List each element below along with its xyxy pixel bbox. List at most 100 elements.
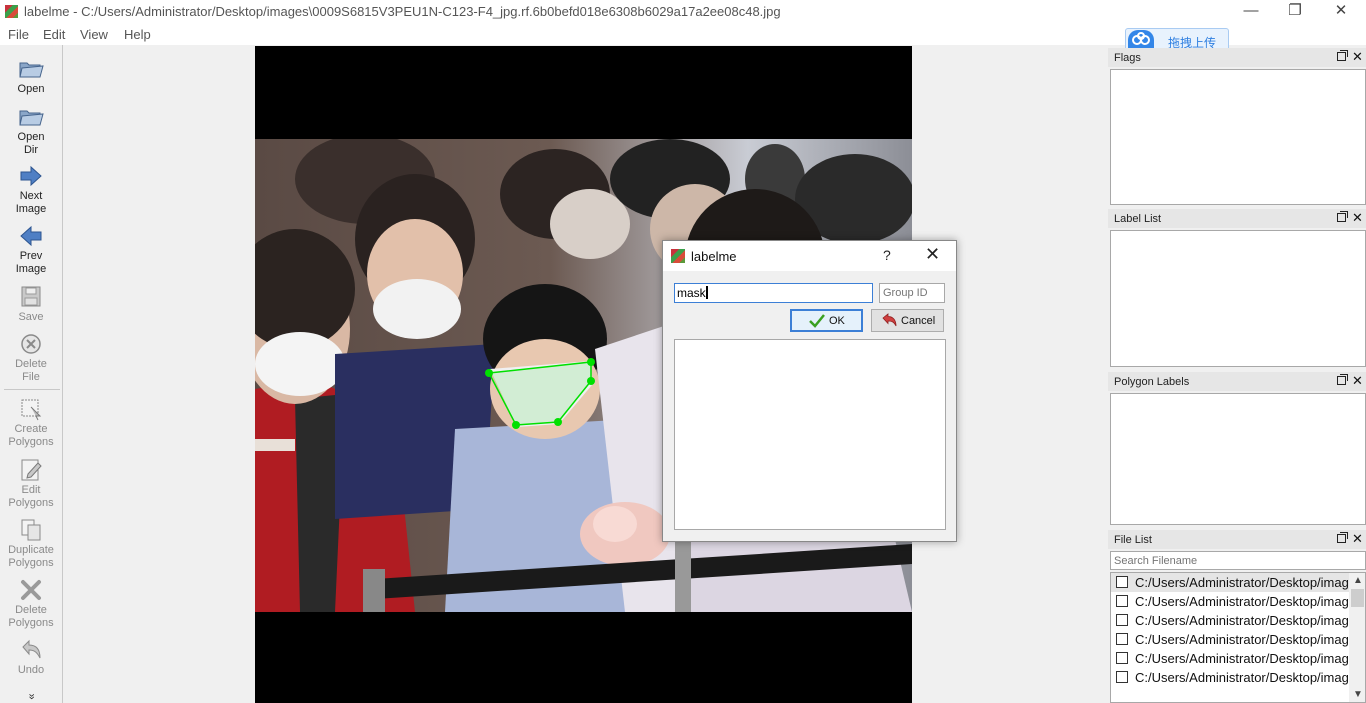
- file-checkbox[interactable]: [1116, 652, 1128, 664]
- cancel-button[interactable]: Cancel: [871, 309, 944, 332]
- flags-dock-header: Flags ✕: [1108, 48, 1366, 67]
- prev-image-label-1: Prev: [19, 250, 43, 262]
- next-image-label-2: Image: [15, 203, 47, 215]
- checkmark-icon: [809, 314, 825, 328]
- file-list-vertical-scrollbar[interactable]: ▲ ▼: [1349, 573, 1365, 702]
- float-icon[interactable]: [1337, 211, 1348, 222]
- file-list-dock-title: File List: [1114, 534, 1152, 546]
- delete-file-label-1: Delete: [15, 358, 47, 370]
- label-list-dock-header: Label List ✕: [1108, 209, 1366, 228]
- undo-button[interactable]: Undo: [0, 638, 62, 677]
- close-window-button[interactable]: ✕: [1318, 0, 1364, 24]
- menu-view[interactable]: View: [80, 27, 108, 42]
- labelme-app-icon: [5, 5, 18, 18]
- duplicate-polygons-button[interactable]: Duplicate Polygons: [0, 518, 62, 570]
- float-icon[interactable]: [1337, 374, 1348, 385]
- create-polygons-label-1: Create: [14, 423, 48, 435]
- file-checkbox[interactable]: [1116, 614, 1128, 626]
- file-list-item[interactable]: C:/Users/Administrator/Desktop/images: [1111, 611, 1349, 630]
- flags-list[interactable]: [1110, 69, 1366, 205]
- label-list[interactable]: [1110, 230, 1366, 367]
- save-button[interactable]: Save: [0, 285, 62, 324]
- search-filename-input[interactable]: [1110, 551, 1366, 570]
- window-title: labelme - C:/Users/Administrator/Desktop…: [24, 4, 781, 19]
- label-input-value: mask: [677, 286, 706, 300]
- file-checkbox[interactable]: [1116, 576, 1128, 588]
- prev-image-button[interactable]: Prev Image: [0, 224, 62, 276]
- dialog-close-button[interactable]: ✕: [925, 244, 940, 265]
- cancel-label: Cancel: [901, 315, 936, 327]
- edit-polygons-button[interactable]: Edit Polygons: [0, 458, 62, 510]
- labelme-window: labelme - C:/Users/Administrator/Desktop…: [0, 0, 1366, 703]
- flags-dock-title: Flags: [1114, 52, 1141, 64]
- labelme-app-icon: [671, 249, 685, 263]
- close-icon[interactable]: ✕: [1352, 373, 1363, 388]
- label-input[interactable]: mask: [674, 283, 873, 303]
- create-polygons-button[interactable]: Create Polygons: [0, 397, 62, 449]
- file-list-dock-header: File List ✕: [1108, 530, 1366, 549]
- tools-toolbar: Open Open Dir Next Image Prev Image Save…: [0, 45, 63, 703]
- file-name: C:/Users/Administrator/Desktop/images: [1135, 594, 1349, 609]
- delete-polygons-label-1: Delete: [15, 604, 47, 616]
- polygon-labels-dock-header: Polygon Labels ✕: [1108, 372, 1366, 391]
- float-icon[interactable]: [1337, 532, 1348, 543]
- ok-button[interactable]: OK: [790, 309, 863, 332]
- ok-label: OK: [829, 315, 845, 327]
- toolbar-extension-button[interactable]: »: [25, 692, 38, 702]
- scroll-up-icon[interactable]: ▲: [1353, 575, 1363, 586]
- file-list-item[interactable]: C:/Users/Administrator/Desktop/images: [1111, 630, 1349, 649]
- restore-button[interactable]: ❐: [1272, 0, 1318, 24]
- file-checkbox[interactable]: [1116, 595, 1128, 607]
- float-icon[interactable]: [1337, 50, 1348, 61]
- save-label: Save: [18, 311, 44, 323]
- close-icon[interactable]: ✕: [1352, 531, 1363, 546]
- label-list-dock-title: Label List: [1114, 213, 1162, 225]
- file-checkbox[interactable]: [1116, 633, 1128, 645]
- close-icon[interactable]: ✕: [1352, 210, 1363, 225]
- minimize-button[interactable]: —: [1228, 0, 1274, 24]
- scroll-down-icon[interactable]: ▼: [1353, 689, 1363, 700]
- file-list-item[interactable]: C:/Users/Administrator/Desktop/images: [1111, 668, 1349, 687]
- create-polygon-icon: [21, 399, 42, 421]
- menu-edit[interactable]: Edit: [43, 27, 65, 42]
- menu-file[interactable]: File: [8, 27, 29, 42]
- edit-document-icon: [21, 459, 42, 481]
- label-dialog: labelme ? ✕ mask OK Cancel: [662, 240, 957, 542]
- file-name: C:/Users/Administrator/Desktop/images: [1135, 651, 1349, 666]
- label-list-dock: Label List ✕: [1108, 209, 1366, 368]
- open-button[interactable]: Open: [0, 57, 62, 96]
- title-bar: labelme - C:/Users/Administrator/Desktop…: [0, 0, 1366, 24]
- file-name: C:/Users/Administrator/Desktop/images: [1135, 632, 1349, 647]
- edit-polygons-label-1: Edit: [21, 484, 41, 496]
- delete-file-label-2: File: [22, 371, 40, 383]
- polygon-labels-dock: Polygon Labels ✕: [1108, 372, 1366, 526]
- duplicate-polygons-label-1: Duplicate: [8, 544, 54, 556]
- delete-polygons-button[interactable]: Delete Polygons: [0, 578, 62, 630]
- file-list[interactable]: C:/Users/Administrator/Desktop/images C:…: [1110, 572, 1366, 703]
- delete-polygons-label-2: Polygons: [8, 617, 54, 629]
- scrollbar-thumb[interactable]: [1351, 589, 1364, 607]
- dialog-label-list[interactable]: [674, 339, 946, 530]
- file-name: C:/Users/Administrator/Desktop/images: [1135, 613, 1349, 628]
- open-dir-button[interactable]: Open Dir: [0, 105, 62, 157]
- file-list-item[interactable]: C:/Users/Administrator/Desktop/images: [1111, 649, 1349, 668]
- file-checkbox[interactable]: [1116, 671, 1128, 683]
- file-list-item[interactable]: C:/Users/Administrator/Desktop/images: [1111, 592, 1349, 611]
- open-dir-label-2: Dir: [23, 144, 39, 156]
- delete-circle-icon: [21, 334, 41, 354]
- dialog-title: labelme: [691, 249, 737, 264]
- copy-icon: [21, 519, 41, 541]
- help-button[interactable]: ?: [883, 247, 891, 263]
- close-icon[interactable]: ✕: [1352, 49, 1363, 64]
- text-caret: [705, 286, 708, 299]
- group-id-input[interactable]: [879, 283, 945, 303]
- file-list-item[interactable]: C:/Users/Administrator/Desktop/images: [1111, 573, 1349, 592]
- menu-help[interactable]: Help: [124, 27, 151, 42]
- file-name: C:/Users/Administrator/Desktop/images: [1135, 670, 1349, 685]
- next-image-button[interactable]: Next Image: [0, 164, 62, 216]
- polygon-labels-dock-title: Polygon Labels: [1114, 376, 1190, 388]
- delete-file-button[interactable]: Delete File: [0, 332, 62, 384]
- floppy-disk-icon: [21, 286, 41, 307]
- polygon-labels-list[interactable]: [1110, 393, 1366, 525]
- undo-label: Undo: [17, 664, 45, 676]
